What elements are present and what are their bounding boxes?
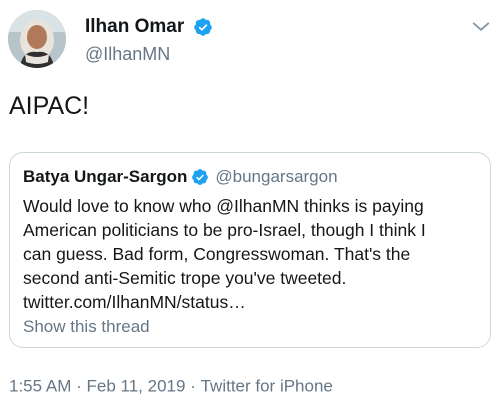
avatar-photo-icon — [8, 10, 66, 68]
quoted-tweet-header: Batya Ungar-Sargon @bungarsargon — [23, 167, 338, 187]
quoted-text-line: Would love to know who @IlhanMN thinks i… — [23, 196, 424, 216]
quoted-text-line: can guess. Bad form, Congresswoman. That… — [23, 244, 411, 264]
quoted-text-line: American politicians to be pro-Israel, t… — [23, 220, 426, 240]
tweet-source[interactable]: Twitter for iPhone — [201, 377, 333, 396]
show-thread-link[interactable]: Show this thread — [23, 317, 150, 337]
chevron-down-icon[interactable] — [470, 16, 492, 38]
tweet-text: AIPAC! — [9, 92, 90, 120]
meta-separator: · — [190, 376, 196, 396]
author-avatar[interactable] — [8, 10, 66, 68]
tweet-date[interactable]: Feb 11, 2019 — [87, 377, 186, 396]
quoted-tweet-text: Would love to know who @IlhanMN thinks i… — [23, 194, 483, 314]
quoted-text-line: second anti-Semitic trope you've tweeted… — [23, 268, 347, 288]
quoted-author-handle: @bungarsargon — [215, 167, 338, 186]
tweet-metadata: 1:55 AM · Feb 11, 2019 · Twitter for iPh… — [9, 376, 333, 397]
tweet-header: Ilhan Omar @IlhanMN — [8, 10, 492, 70]
verified-badge-icon — [192, 169, 209, 185]
tweet-time[interactable]: 1:55 AM — [9, 377, 71, 396]
tweet-card: Ilhan Omar @IlhanMN AIPAC! Batya Ungar-S… — [0, 0, 500, 402]
author-handle[interactable]: @IlhanMN — [85, 44, 213, 64]
author-info: Ilhan Omar @IlhanMN — [85, 16, 213, 64]
author-display-name[interactable]: Ilhan Omar — [85, 16, 184, 38]
meta-separator: · — [76, 376, 82, 396]
quoted-text-link[interactable]: twitter.com/IlhanMN/status… — [23, 290, 483, 314]
quoted-author-name: Batya Ungar-Sargon — [23, 167, 188, 186]
quoted-tweet[interactable]: Batya Ungar-Sargon @bungarsargon Would l… — [9, 152, 491, 348]
verified-badge-icon — [193, 18, 212, 36]
